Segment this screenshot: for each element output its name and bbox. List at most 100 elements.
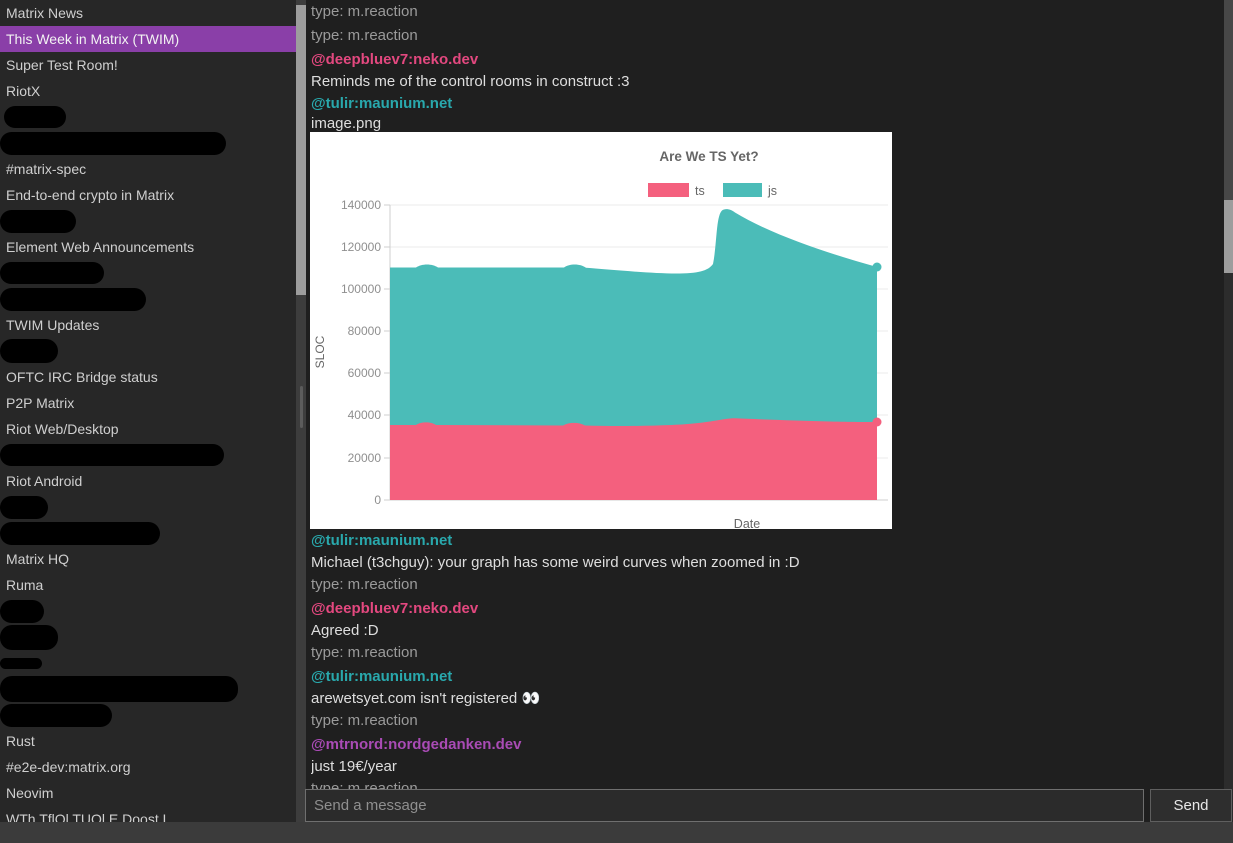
- room-item-redacted[interactable]: [0, 676, 296, 702]
- reaction-event-line: type: m.reaction: [311, 573, 1224, 597]
- redacted-room-name: [0, 444, 224, 466]
- room-label: TWIM Updates: [6, 317, 99, 333]
- timeline-scrollbar-track-upper: [1224, 0, 1233, 200]
- image-filename[interactable]: image.png: [311, 116, 1224, 132]
- room-label: RiotX: [6, 83, 40, 99]
- room-item[interactable]: TWIM Updates: [0, 312, 296, 338]
- svg-text:40000: 40000: [348, 408, 382, 422]
- reaction-event-line: type: m.reaction: [311, 24, 1224, 48]
- room-item[interactable]: Super Test Room!: [0, 52, 296, 78]
- svg-text:120000: 120000: [341, 240, 381, 254]
- room-item-redacted[interactable]: [0, 494, 296, 520]
- sender-name[interactable]: @tulir:maunium.net: [311, 665, 1224, 689]
- svg-text:100000: 100000: [341, 282, 381, 296]
- chart-title: Are We TS Yet?: [659, 149, 758, 164]
- room-item[interactable]: End-to-end crypto in Matrix: [0, 182, 296, 208]
- sidebar-scrollbar-thumb[interactable]: [296, 5, 306, 295]
- legend-swatch-ts[interactable]: [648, 183, 689, 197]
- room-label: P2P Matrix: [6, 395, 74, 411]
- ts-endpoint-dot: [873, 418, 882, 427]
- room-item-redacted[interactable]: [0, 650, 296, 676]
- room-item-redacted[interactable]: [0, 624, 296, 650]
- room-item-redacted[interactable]: [0, 130, 296, 156]
- sender-name[interactable]: @tulir:maunium.net: [311, 529, 1224, 553]
- sender-name[interactable]: @deepbluev7:neko.dev: [311, 597, 1224, 621]
- room-item[interactable]: P2P Matrix: [0, 390, 296, 416]
- room-label: Riot Web/Desktop: [6, 421, 119, 437]
- room-sidebar: Matrix News This Week in Matrix (TWIM) Sup…: [0, 0, 296, 822]
- message-text: arewetsyet.com isn't registered 👀: [311, 689, 1224, 709]
- room-item-redacted[interactable]: [0, 104, 296, 130]
- message-text: Agreed :D: [311, 621, 1224, 641]
- reaction-event-line: type: m.reaction: [311, 641, 1224, 665]
- redacted-room-name: [0, 658, 42, 669]
- js-endpoint-dot: [873, 263, 882, 272]
- room-item-redacted[interactable]: [0, 260, 296, 286]
- timeline-scrollbar-thumb[interactable]: [1224, 200, 1233, 273]
- redacted-room-name: [4, 106, 66, 128]
- room-label: #matrix-spec: [6, 161, 86, 177]
- message-list-top: type: m.reactiontype: m.reaction@deepblu…: [311, 0, 1224, 132]
- redacted-room-name: [0, 210, 76, 233]
- room-item[interactable]: #e2e-dev:matrix.org: [0, 754, 296, 780]
- svg-text:60000: 60000: [348, 366, 382, 380]
- reaction-event-line: type: m.reaction: [311, 0, 1224, 24]
- room-label: Super Test Room!: [6, 57, 118, 73]
- room-item[interactable]: WTh TflOl TUOl E Doost L: [0, 806, 296, 822]
- legend-label-ts[interactable]: ts: [695, 184, 705, 198]
- chart-image-attachment[interactable]: Are We TS Yet? ts js 140000 120000 10000…: [310, 132, 892, 529]
- message-input[interactable]: [305, 789, 1144, 822]
- bottom-bar: [0, 822, 1233, 843]
- redacted-room-name: [0, 522, 160, 545]
- timeline-scrollbar[interactable]: [1224, 0, 1233, 822]
- legend-swatch-js[interactable]: [723, 183, 762, 197]
- room-item[interactable]: #matrix-spec: [0, 156, 296, 182]
- room-item[interactable]: OFTC IRC Bridge status: [0, 364, 296, 390]
- room-label: OFTC IRC Bridge status: [6, 369, 158, 385]
- room-item-redacted[interactable]: [0, 286, 296, 312]
- room-item-redacted[interactable]: [0, 442, 296, 468]
- room-item-redacted[interactable]: [0, 598, 296, 624]
- room-item[interactable]: Matrix HQ: [0, 546, 296, 572]
- message-text: just 19€/year: [311, 757, 1224, 777]
- sender-name[interactable]: @tulir:maunium.net: [311, 92, 1224, 116]
- y-axis-tick-labels: 140000 120000 100000 80000 60000 40000 2…: [341, 198, 381, 507]
- room-item[interactable]: Matrix News: [0, 0, 296, 26]
- room-label: Matrix HQ: [6, 551, 69, 567]
- room-list: Matrix News This Week in Matrix (TWIM) Sup…: [0, 0, 296, 822]
- room-item[interactable]: Riot Web/Desktop: [0, 416, 296, 442]
- room-item[interactable]: RiotX: [0, 78, 296, 104]
- y-axis-title: SLOC: [313, 335, 327, 368]
- composer: Send: [305, 789, 1232, 822]
- room-label: Neovim: [6, 785, 53, 801]
- room-label: #e2e-dev:matrix.org: [6, 759, 131, 775]
- message-text: Reminds me of the control rooms in const…: [311, 72, 1224, 92]
- room-item[interactable]: Riot Android: [0, 468, 296, 494]
- send-button[interactable]: Send: [1150, 789, 1232, 822]
- room-item-redacted[interactable]: [0, 338, 296, 364]
- message-text: Michael (t3chguy): your graph has some w…: [311, 553, 1224, 573]
- room-item-redacted[interactable]: [0, 702, 296, 728]
- room-label: Matrix News: [6, 5, 83, 21]
- room-item-redacted[interactable]: [0, 208, 296, 234]
- room-item-redacted[interactable]: [0, 520, 296, 546]
- redacted-room-name: [0, 288, 146, 311]
- sender-name[interactable]: @deepbluev7:neko.dev: [311, 48, 1224, 72]
- room-label: This Week in Matrix (TWIM): [6, 31, 179, 47]
- redacted-room-name: [0, 339, 58, 363]
- legend-label-js[interactable]: js: [767, 184, 777, 198]
- sender-name[interactable]: @mtrnord:nordgedanken.dev: [311, 733, 1224, 757]
- redacted-room-name: [0, 496, 48, 519]
- room-item[interactable]: Element Web Announcements: [0, 234, 296, 260]
- reaction-event-line: type: m.reaction: [311, 709, 1224, 733]
- room-item[interactable]: Neovim: [0, 780, 296, 806]
- sidebar-resize-handle[interactable]: [300, 386, 303, 428]
- room-item[interactable]: Rust: [0, 728, 296, 754]
- ts-area-series: [390, 418, 877, 500]
- svg-text:140000: 140000: [341, 198, 381, 212]
- svg-text:20000: 20000: [348, 451, 382, 465]
- room-label: WTh TflOl TUOl E Doost L: [6, 811, 170, 822]
- redacted-room-name: [0, 262, 104, 284]
- room-item[interactable]: Ruma: [0, 572, 296, 598]
- room-item[interactable]: This Week in Matrix (TWIM): [0, 26, 296, 52]
